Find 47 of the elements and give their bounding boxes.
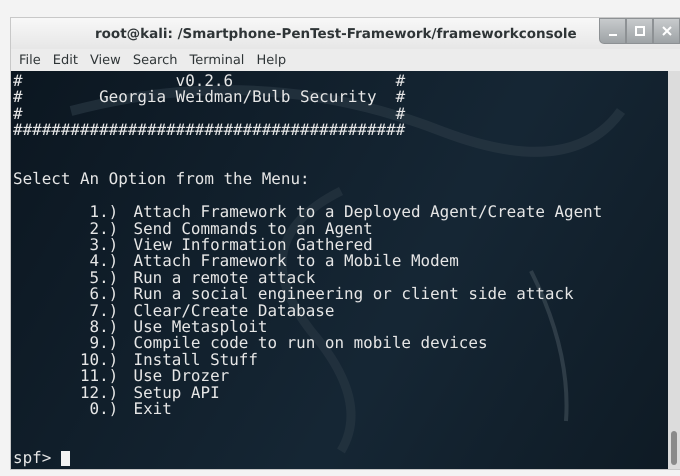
- option-number: 3.): [88, 237, 118, 254]
- close-button[interactable]: [653, 18, 680, 44]
- option-label: Attach Framework to a Mobile Modem: [134, 253, 459, 270]
- option-number: 4.): [88, 253, 118, 270]
- menu-heading: Select An Option from the Menu:: [13, 171, 311, 188]
- maximize-icon: [634, 25, 646, 37]
- option-label: Clear/Create Database: [134, 302, 334, 320]
- maximize-button[interactable]: [626, 18, 653, 44]
- banner-line: # #: [13, 106, 406, 122]
- option-label: Compile code to run on mobile devices: [134, 335, 488, 352]
- option-number: 1.): [88, 204, 118, 221]
- menu-item[interactable]: Help: [250, 52, 292, 68]
- banner-line: #########################################: [13, 122, 406, 139]
- close-icon: [660, 25, 672, 37]
- banner-line: # Georgia Weidman/Bulb Security #: [13, 89, 406, 106]
- minimize-icon: [608, 34, 616, 36]
- window-title: root@kali: /Smartphone-PenTest-Framework/frameworkconsole: [95, 26, 577, 42]
- option-label: Exit: [134, 401, 172, 418]
- command-prompt: spf>: [13, 450, 52, 467]
- option-label: Use Metasploit: [134, 319, 268, 336]
- option-number: 5.): [88, 270, 118, 286]
- option-label: Use Drozer: [134, 368, 230, 385]
- scrollbar-thumb[interactable]: [671, 431, 677, 465]
- option-number: 6.): [88, 286, 118, 303]
- menu-item[interactable]: File: [13, 52, 47, 68]
- option-label: Setup API: [134, 384, 220, 402]
- text-cursor: [60, 451, 70, 466]
- option-label: Run a social engineering or client side attack: [134, 286, 574, 303]
- menu-item[interactable]: Search: [126, 52, 184, 68]
- option-number: 7.): [88, 302, 118, 320]
- option-label: Install Stuff: [134, 352, 258, 368]
- option-number: 0.): [90, 401, 118, 418]
- option-number: 12.): [80, 384, 118, 402]
- minimize-button[interactable]: [599, 18, 626, 44]
- option-label: Send Commands to an Agent: [134, 220, 373, 238]
- option-label: View Information Gathered: [134, 237, 373, 254]
- menu-item[interactable]: Edit: [46, 52, 84, 68]
- option-label: Attach Framework to a Deployed Agent/Create Agent: [134, 204, 602, 221]
- option-number: 2.): [88, 220, 118, 238]
- option-number: 10.): [80, 352, 118, 368]
- option-number: 11.): [80, 368, 118, 385]
- option-label: Run a remote attack: [134, 270, 316, 286]
- banner-line: # v0.2.6 #: [13, 73, 406, 90]
- menu-item[interactable]: View: [84, 52, 127, 68]
- option-number: 9.): [88, 335, 118, 352]
- menu-item[interactable]: Terminal: [183, 52, 250, 68]
- option-number: 8.): [88, 319, 118, 336]
